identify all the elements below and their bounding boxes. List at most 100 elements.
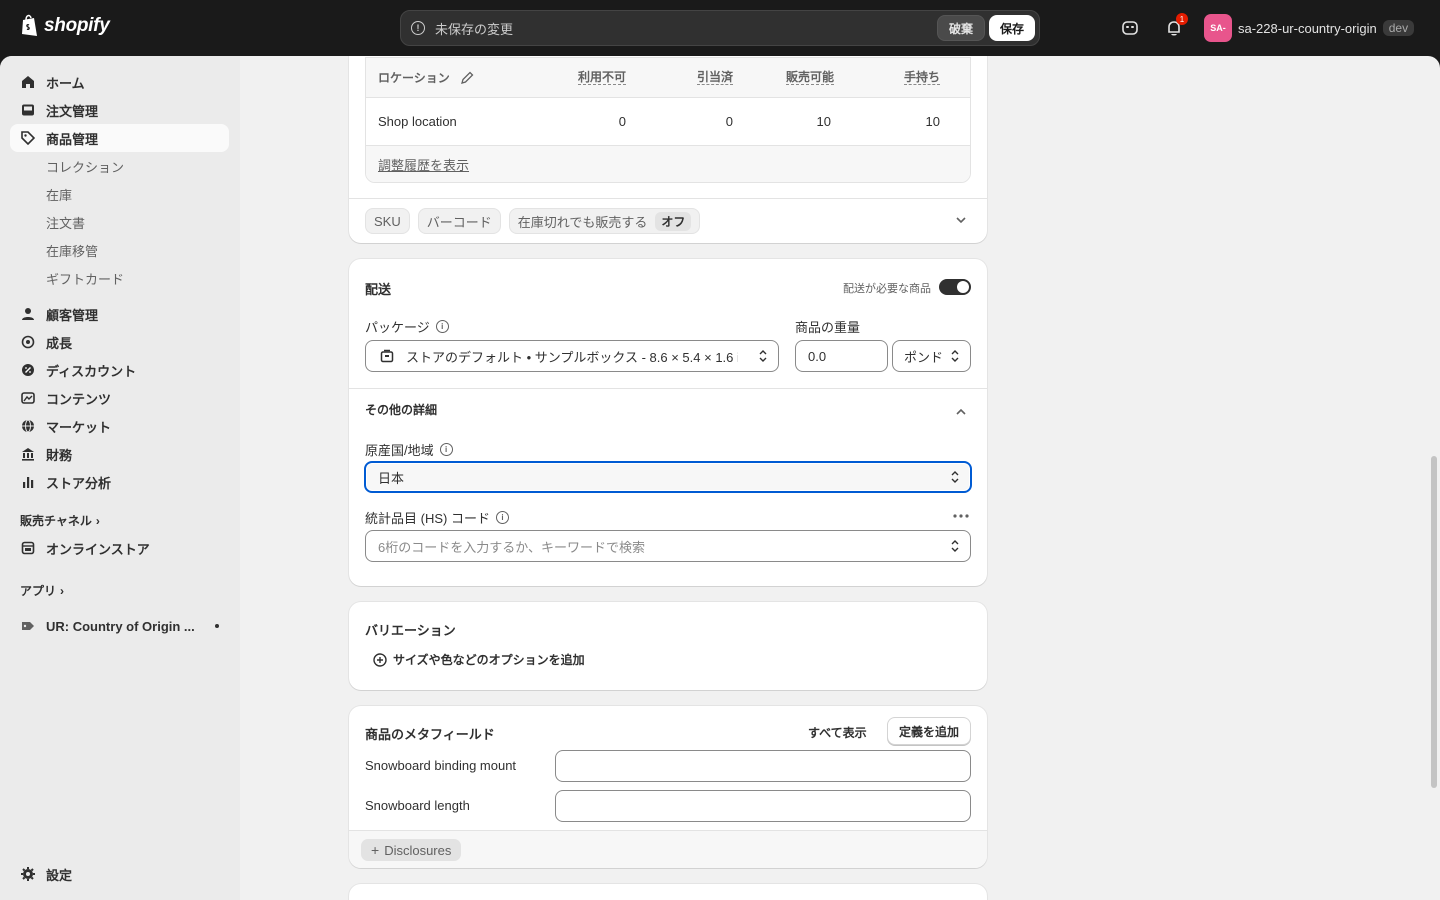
requires-shipping-toggle[interactable] (939, 279, 971, 295)
sidebar-item-label: ディスカウント (46, 363, 137, 379)
sidekick-icon[interactable] (1118, 16, 1142, 40)
weight-input[interactable]: 0.0 (795, 340, 888, 372)
unsaved-changes-bar: ! 未保存の変更 破棄 保存 (400, 10, 1040, 46)
sidebar-subitem-purchase-orders[interactable]: 注文書 (46, 208, 85, 236)
sidebar-section-label: 販売チャネル (20, 514, 92, 528)
committed-cell[interactable]: 0 (726, 98, 733, 145)
sidebar-item-label: 財務 (46, 447, 73, 463)
sidebar-subitem-transfers[interactable]: 在庫移管 (46, 236, 98, 264)
metafields-title: 商品のメタフィールド (365, 727, 495, 742)
pencil-icon[interactable] (460, 71, 474, 85)
info-icon[interactable]: i (495, 511, 509, 524)
tag-icon (20, 130, 36, 146)
hs-label-text: 統計品目 (HS) コード (365, 511, 490, 526)
sidebar-item-content[interactable]: コンテンツ (10, 384, 229, 412)
add-definition-button[interactable]: 定義を追加 (887, 717, 972, 745)
oversell-label: 在庫切れでも販売する (517, 214, 648, 230)
unavailable-cell[interactable]: 0 (619, 98, 626, 145)
sidebar-subitem-gift-cards[interactable]: ギフトカード (46, 264, 124, 292)
col-location-label: ロケーション (378, 71, 450, 85)
sidebar-item-customers[interactable]: 顧客管理 (10, 300, 229, 328)
sidebar-item-label: ホーム (46, 75, 85, 91)
sidebar-item-analytics[interactable]: ストア分析 (10, 468, 229, 496)
sidebar-item-home[interactable]: ホーム (10, 68, 229, 96)
metafield-binding-mount-input[interactable] (555, 750, 971, 782)
shopify-bag-icon (22, 14, 37, 36)
add-option-button[interactable]: サイズや色などのオプションを追加 (373, 651, 585, 668)
select-chevron-icon (951, 540, 959, 552)
sidebar-subitem-collections[interactable]: コレクション (46, 152, 124, 180)
metafields-card: 商品のメタフィールド すべて表示 定義を追加 Snowboard binding… (349, 706, 987, 868)
inbox-icon (20, 102, 36, 118)
top-bar: shopify ! 未保存の変更 破棄 保存 1 SA- sa-228-ur-c… (0, 0, 1440, 56)
table-row: Shop location 0 0 10 10 (366, 98, 970, 146)
inventory-table: ロケーション 利用不可 引当済 販売可能 手持ち Shop location 0… (365, 57, 971, 183)
bell-icon[interactable]: 1 (1162, 13, 1188, 40)
gear-icon (20, 866, 36, 882)
store-menu[interactable]: SA- sa-228-ur-country-origin dev (1204, 14, 1415, 42)
country-of-origin-select[interactable]: 日本 (364, 461, 972, 493)
sidebar-item-discounts[interactable]: ディスカウント (10, 356, 229, 384)
metafield-length-input[interactable] (555, 790, 971, 822)
more-details-title: その他の詳細 (365, 403, 438, 417)
info-icon[interactable]: i (439, 443, 453, 456)
app-tag-icon (20, 618, 36, 634)
shopify-logo[interactable]: shopify (20, 14, 110, 38)
hs-placeholder: 6桁のコードを入力するか、キーワードで検索 (378, 539, 645, 555)
sidebar-item-label: 商品管理 (46, 131, 99, 147)
chevron-down-icon[interactable] (955, 214, 967, 226)
col-unavailable[interactable]: 利用不可 (577, 70, 626, 85)
save-button[interactable]: 保存 (988, 15, 1035, 41)
chevron-right-icon: › (95, 513, 100, 528)
oversell-state-badge: オフ (655, 211, 692, 231)
pin-dot-icon (215, 624, 219, 628)
adjustment-history-link[interactable]: 調整履歴を表示 (378, 155, 469, 174)
sidebar-item-orders[interactable]: 注文管理 (10, 96, 229, 124)
sidebar-apps[interactable]: アプリ › (20, 582, 64, 599)
info-icon[interactable]: i (435, 320, 449, 333)
show-all-button[interactable]: すべて表示 (808, 724, 867, 741)
sidebar-subitem-inventory[interactable]: 在庫 (46, 180, 72, 208)
disclosures-button[interactable]: + Disclosures (361, 839, 462, 861)
chevron-up-icon[interactable] (955, 406, 967, 418)
available-cell[interactable]: 10 (817, 98, 831, 145)
inventory-table-footer: 調整履歴を表示 (366, 146, 970, 182)
storefront-icon (20, 540, 36, 556)
env-badge: dev (1382, 20, 1415, 36)
notification-badge: 1 (1176, 13, 1188, 25)
col-on-hand[interactable]: 手持ち (903, 70, 940, 85)
sidebar-item-online-store[interactable]: オンラインストア (10, 534, 229, 562)
add-option-label: サイズや色などのオプションを追加 (393, 653, 585, 667)
sidebar-sales-channels[interactable]: 販売チャネル › (20, 512, 100, 529)
sidebar-item-products[interactable]: 商品管理 (10, 124, 229, 152)
sidebar-item-markets[interactable]: マーケット (10, 412, 229, 440)
divider (349, 198, 987, 199)
package-select[interactable]: ストアのデフォルト • サンプルボックス - 8.6 × 5.4 × 1.6 i… (365, 340, 779, 372)
metafield-label: Snowboard length (365, 798, 470, 813)
page-scrollbar[interactable] (1431, 456, 1437, 788)
alert-icon: ! (411, 21, 425, 35)
sidebar-item-app-country-origin[interactable]: UR: Country of Origin ... (10, 612, 229, 640)
discard-button[interactable]: 破棄 (936, 15, 985, 41)
select-chevron-icon (951, 350, 959, 362)
sidebar-item-settings[interactable]: 設定 (10, 860, 229, 888)
on-hand-cell[interactable]: 10 (926, 98, 940, 145)
sidebar-item-finance[interactable]: 財務 (10, 440, 229, 468)
weight-unit-select[interactable]: ポンド (892, 340, 971, 372)
col-committed[interactable]: 引当済 (696, 70, 733, 85)
sku-pill[interactable]: SKU (365, 208, 410, 234)
bank-icon (20, 446, 36, 462)
sidebar-item-growth[interactable]: 成長 (10, 328, 229, 356)
inventory-table-header: ロケーション 利用不可 引当済 販売可能 手持ち (366, 58, 970, 98)
origin-label-text: 原産国/地域 (365, 443, 434, 458)
oversell-pill[interactable]: 在庫切れでも販売する オフ (508, 208, 701, 234)
barcode-pill[interactable]: バーコード (417, 208, 501, 234)
hs-code-input[interactable]: 6桁のコードを入力するか、キーワードで検索 (365, 530, 971, 562)
col-location: ロケーション (378, 58, 474, 97)
metafields-footer: + Disclosures (349, 830, 987, 868)
variants-title: バリエーション (365, 623, 456, 638)
col-available[interactable]: 販売可能 (785, 70, 834, 85)
person-icon (20, 306, 36, 322)
shipping-card: 配送 配送が必要な商品 パッケージ i ストアのデフォルト • サンプルボックス… (349, 259, 987, 586)
more-horizontal-icon[interactable] (953, 513, 969, 519)
